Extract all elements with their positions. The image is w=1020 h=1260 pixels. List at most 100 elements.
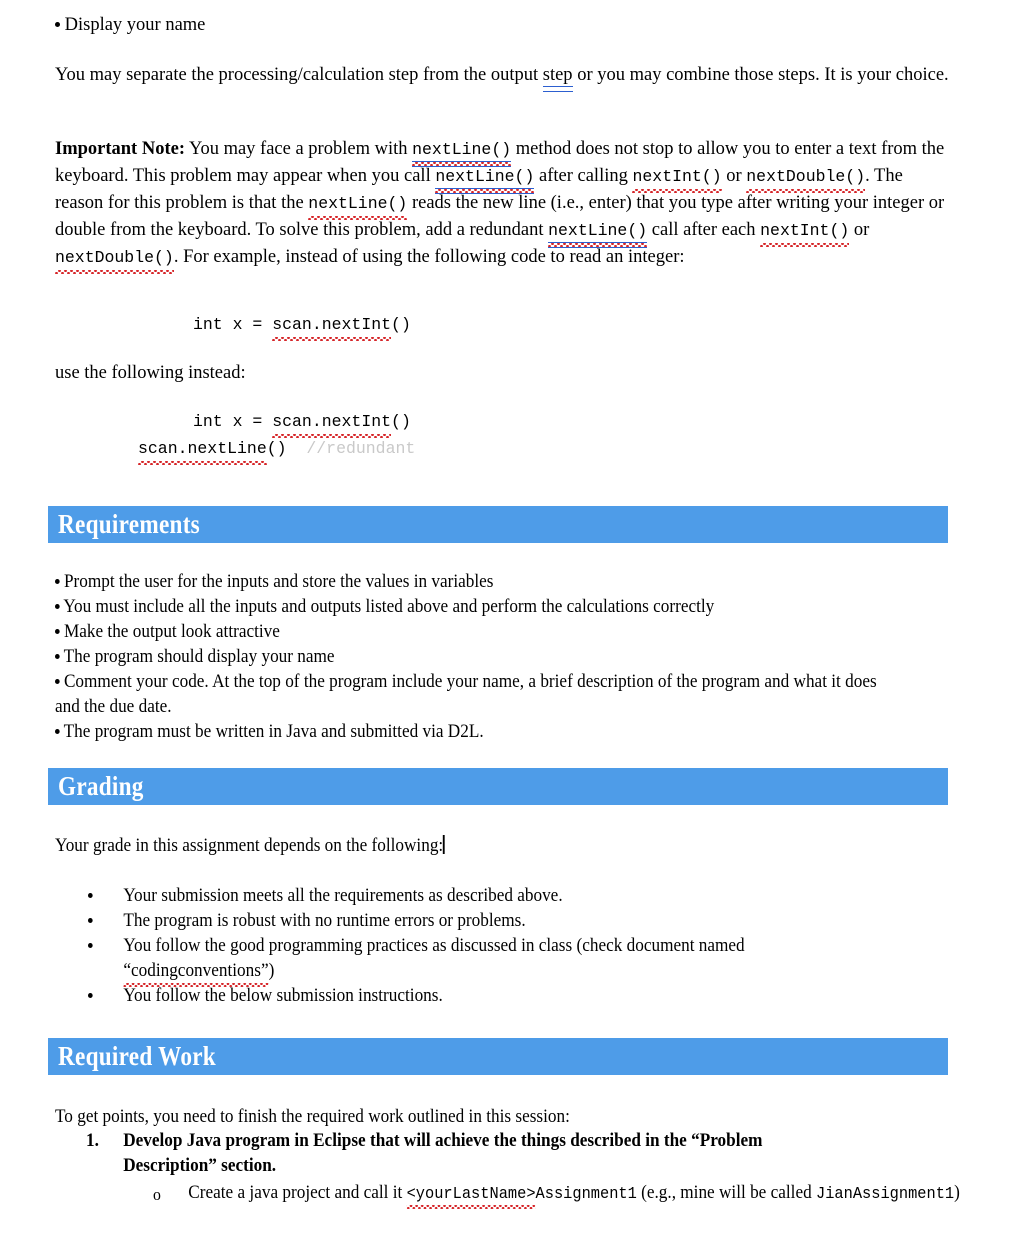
bullet-label: Make the output look attractive <box>63 622 280 642</box>
quoted-document-name: “codingconventions” <box>123 961 269 981</box>
important-note-label: Important Note: <box>55 139 185 159</box>
top-bullet-label: Display your name <box>64 15 206 35</box>
grading-bullet-list: Your submission meets all the requiremen… <box>88 884 958 1009</box>
section-heading-requirements: Requirements <box>58 508 200 539</box>
code-span-nextline-3: nextLine() <box>308 191 408 220</box>
list-item: You follow the good programming practice… <box>88 934 942 987</box>
bullet-label: Comment your code. At the top of the pro… <box>55 672 877 717</box>
code-label: nextLine() <box>548 221 648 240</box>
code-span-jianassignment1: JianAssignment1 <box>815 1184 955 1203</box>
sub-bullet-circle-icon: o <box>152 1185 161 1204</box>
spellcheck-codingconventions: “codingconventions” <box>123 959 269 987</box>
bullet-label: The program should display your name <box>63 647 335 667</box>
code-label: scan.nextInt <box>272 412 392 431</box>
list-item: You must include all the inputs and outp… <box>55 595 897 620</box>
section-heading-required-work: Required Work <box>58 1040 216 1071</box>
bullet-dot-icon <box>88 993 93 998</box>
code-line-1: int x = scan.nextInt() <box>193 408 415 438</box>
grammar-marked-word-step: step <box>542 62 573 92</box>
code-suffix: () <box>391 412 411 431</box>
list-item: Your submission meets all the requiremen… <box>88 884 897 909</box>
list-item: The program should display your name <box>55 645 897 670</box>
section-banner-requirements: Requirements <box>48 506 948 543</box>
section-heading-grading: Grading <box>58 770 144 801</box>
grammar-word-label: step <box>542 65 573 85</box>
note-text-7: call after each <box>647 220 761 240</box>
requirements-bullet-list: Prompt the user for the inputs and store… <box>55 570 960 745</box>
note-text-9: . For example, instead of using the foll… <box>173 247 685 267</box>
item1-line2: Description” section. <box>123 1156 277 1176</box>
code-suffix: () <box>391 315 411 334</box>
code-span-yourlastname: <yourLastName> <box>406 1181 536 1209</box>
separate-text-part2: or you may combine those steps. It is yo… <box>572 65 949 85</box>
list-item: The program must be written in Java and … <box>55 720 897 745</box>
code-prefix: int x = <box>193 412 273 431</box>
paragraph-important-note: Important Note: You may face a problem w… <box>55 136 955 274</box>
text-caret <box>443 835 445 854</box>
code-block-read-integer: int x = scan.nextInt() <box>193 312 411 341</box>
code-label: nextDouble() <box>55 248 174 267</box>
code-label: nextInt() <box>760 221 850 240</box>
bullet-dot-icon <box>88 918 93 923</box>
code-span-nextline-2: nextLine() <box>435 164 535 194</box>
list-item: Comment your code. At the top of the pro… <box>55 670 883 720</box>
numbered-item-text: 1. Develop Java program in Eclipse that … <box>86 1129 960 1179</box>
code-comment-redundant: //redundant <box>287 439 416 458</box>
code-call-scan-nextint: scan.nextInt <box>272 312 392 341</box>
sub-text-pre: Create a java project and call it <box>188 1183 407 1203</box>
use-instead-label: use the following instead: <box>55 363 246 383</box>
code-span-nextint-2: nextInt() <box>760 218 850 247</box>
required-work-intro: To get points, you need to finish the re… <box>55 1107 570 1127</box>
code-span-nextdouble-1: nextDouble() <box>746 164 866 193</box>
code-label: nextDouble() <box>746 167 866 186</box>
list-item: Prompt the user for the inputs and store… <box>55 570 897 595</box>
code-label: nextLine() <box>412 140 512 159</box>
code-label: scan.nextInt <box>272 315 392 334</box>
bullet-label: You must include all the inputs and outp… <box>63 597 715 617</box>
code-span-nextdouble-2: nextDouble() <box>55 245 174 274</box>
bullet-label: Your submission meets all the requiremen… <box>123 886 563 906</box>
sub-list-item: o Create a java project and call it <you… <box>86 1181 1020 1209</box>
bullet-dot-icon <box>88 893 93 898</box>
code-call-scan-nextint: scan.nextInt <box>272 408 392 438</box>
top-bullet-item: Display your name <box>55 12 955 38</box>
code-prefix: int x = <box>193 315 273 334</box>
sub-text-tail: ) <box>954 1183 960 1203</box>
bullet-dot-icon <box>55 629 60 634</box>
grading-intro-paragraph: Your grade in this assignment depends on… <box>55 834 892 859</box>
separate-text-part1: You may separate the processing/calculat… <box>55 65 543 85</box>
code-span-nextline-1: nextLine() <box>412 137 512 167</box>
code-label: nextLine() <box>308 194 408 213</box>
section-banner-required-work: Required Work <box>48 1038 948 1075</box>
sub-text-mid: (e.g., mine will be called <box>636 1183 816 1203</box>
note-text-3: after calling <box>534 166 633 186</box>
bullet-dot-icon <box>55 679 60 684</box>
note-text-4: or <box>721 166 747 186</box>
bullet-dot-icon <box>55 579 60 584</box>
list-item: You follow the below submission instruct… <box>88 984 897 1009</box>
bullet-label: The program must be written in Java and … <box>63 722 484 742</box>
section-banner-grading: Grading <box>48 768 948 805</box>
bullet-dot-icon <box>55 654 60 659</box>
comment-label: //redundant <box>306 439 416 458</box>
code-span-nextint-1: nextInt() <box>632 164 722 193</box>
required-work-item-1: 1. Develop Java program in Eclipse that … <box>86 1129 966 1209</box>
note-text-8: or <box>849 220 870 240</box>
grading-intro-label: Your grade in this assignment depends on… <box>55 836 444 856</box>
code-suffix: () <box>266 439 287 458</box>
code-label: <yourLastName> <box>406 1184 536 1203</box>
document-page: Display your name You may separate the p… <box>0 0 1020 1260</box>
code-label: nextInt() <box>632 167 722 186</box>
bullet-dot-icon <box>55 729 60 734</box>
paragraph-separate-steps: You may separate the processing/calculat… <box>55 62 955 92</box>
list-number: 1. <box>86 1131 99 1151</box>
bullet-label: The program is robust with no runtime er… <box>123 911 526 931</box>
code-call-scan-nextline: scan.nextLine <box>138 435 267 465</box>
code-span-nextline-4: nextLine() <box>548 218 648 248</box>
bullet-label: You follow the below submission instruct… <box>123 986 443 1006</box>
code-label: scan.nextLine <box>138 439 267 458</box>
bullet-label: Prompt the user for the inputs and store… <box>63 572 494 592</box>
list-item: Make the output look attractive <box>55 620 897 645</box>
code-label: nextLine() <box>435 167 535 186</box>
item1-line1: Develop Java program in Eclipse that wil… <box>123 1131 763 1151</box>
